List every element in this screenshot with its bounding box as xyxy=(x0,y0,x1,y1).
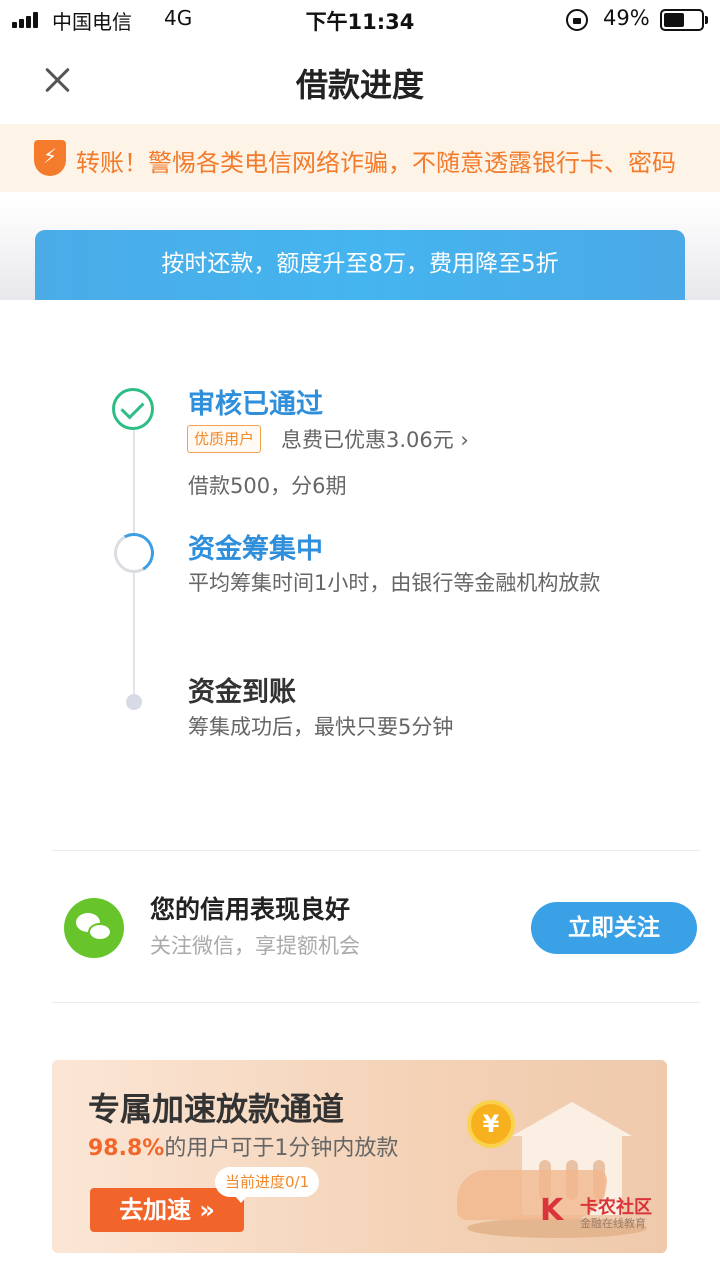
warning-text: 转账！警惕各类电信网络诈骗，不随意透露银行卡、密码 xyxy=(76,149,676,177)
credit-title: 您的信用表现良好 xyxy=(150,895,351,924)
credit-subtitle: 关注微信，享提额机会 xyxy=(150,934,360,958)
step-title-raising: 资金筹集中 xyxy=(188,534,323,565)
loading-spinner-icon xyxy=(109,528,159,578)
accelerate-title: 专属加速放款通道 xyxy=(88,1090,345,1128)
vip-user-badge: 优质用户 xyxy=(187,425,262,453)
success-rate: 98.8% xyxy=(88,1136,165,1161)
status-bar: 中国电信 4G 下午11:34 49% xyxy=(0,0,720,40)
accelerate-subtitle-text: 的用户可于1分钟内放款 xyxy=(164,1136,399,1161)
step-sub-loan-info: 借款500，分6期 xyxy=(188,474,347,498)
shield-icon xyxy=(34,140,66,176)
progress-tooltip: 当前进度0/1 xyxy=(215,1167,320,1203)
orientation-lock-icon xyxy=(566,9,588,31)
divider xyxy=(52,1002,700,1003)
battery-percent: 49% xyxy=(603,6,650,30)
nav-bar: 借款进度 xyxy=(0,40,720,122)
check-circle-icon xyxy=(112,388,154,430)
watermark-tagline: 金融在线教育 xyxy=(580,1217,646,1230)
promo-banner[interactable]: 按时还款，额度升至8万，费用降至5折 xyxy=(35,230,685,300)
follow-button[interactable]: 立即关注 xyxy=(531,902,697,954)
step-sub-arrival: 筹集成功后，最快只要5分钟 xyxy=(188,715,454,739)
wechat-icon xyxy=(64,898,124,958)
discount-link[interactable]: 息费已优惠3.06元 › xyxy=(281,424,469,454)
fraud-warning-banner: 转账！警惕各类电信网络诈骗，不随意透露银行卡、密码 xyxy=(0,124,720,192)
step-sub-raising: 平均筹集时间1小时，由银行等金融机构放款 xyxy=(188,571,601,595)
divider xyxy=(52,850,700,851)
kanong-watermark: K 卡农社区 金融在线教育 xyxy=(540,1193,710,1233)
accelerate-subtitle: 98.8%的用户可于1分钟内放款 xyxy=(88,1130,398,1162)
kanong-logo-icon: K xyxy=(540,1193,564,1228)
pending-dot-icon xyxy=(126,694,142,710)
step-title-approved: 审核已通过 xyxy=(188,389,323,420)
page-title: 借款进度 xyxy=(295,66,424,104)
yuan-coin-icon: ¥ xyxy=(467,1100,515,1148)
battery-icon xyxy=(660,9,708,31)
step-title-arrival: 资金到账 xyxy=(188,677,296,708)
